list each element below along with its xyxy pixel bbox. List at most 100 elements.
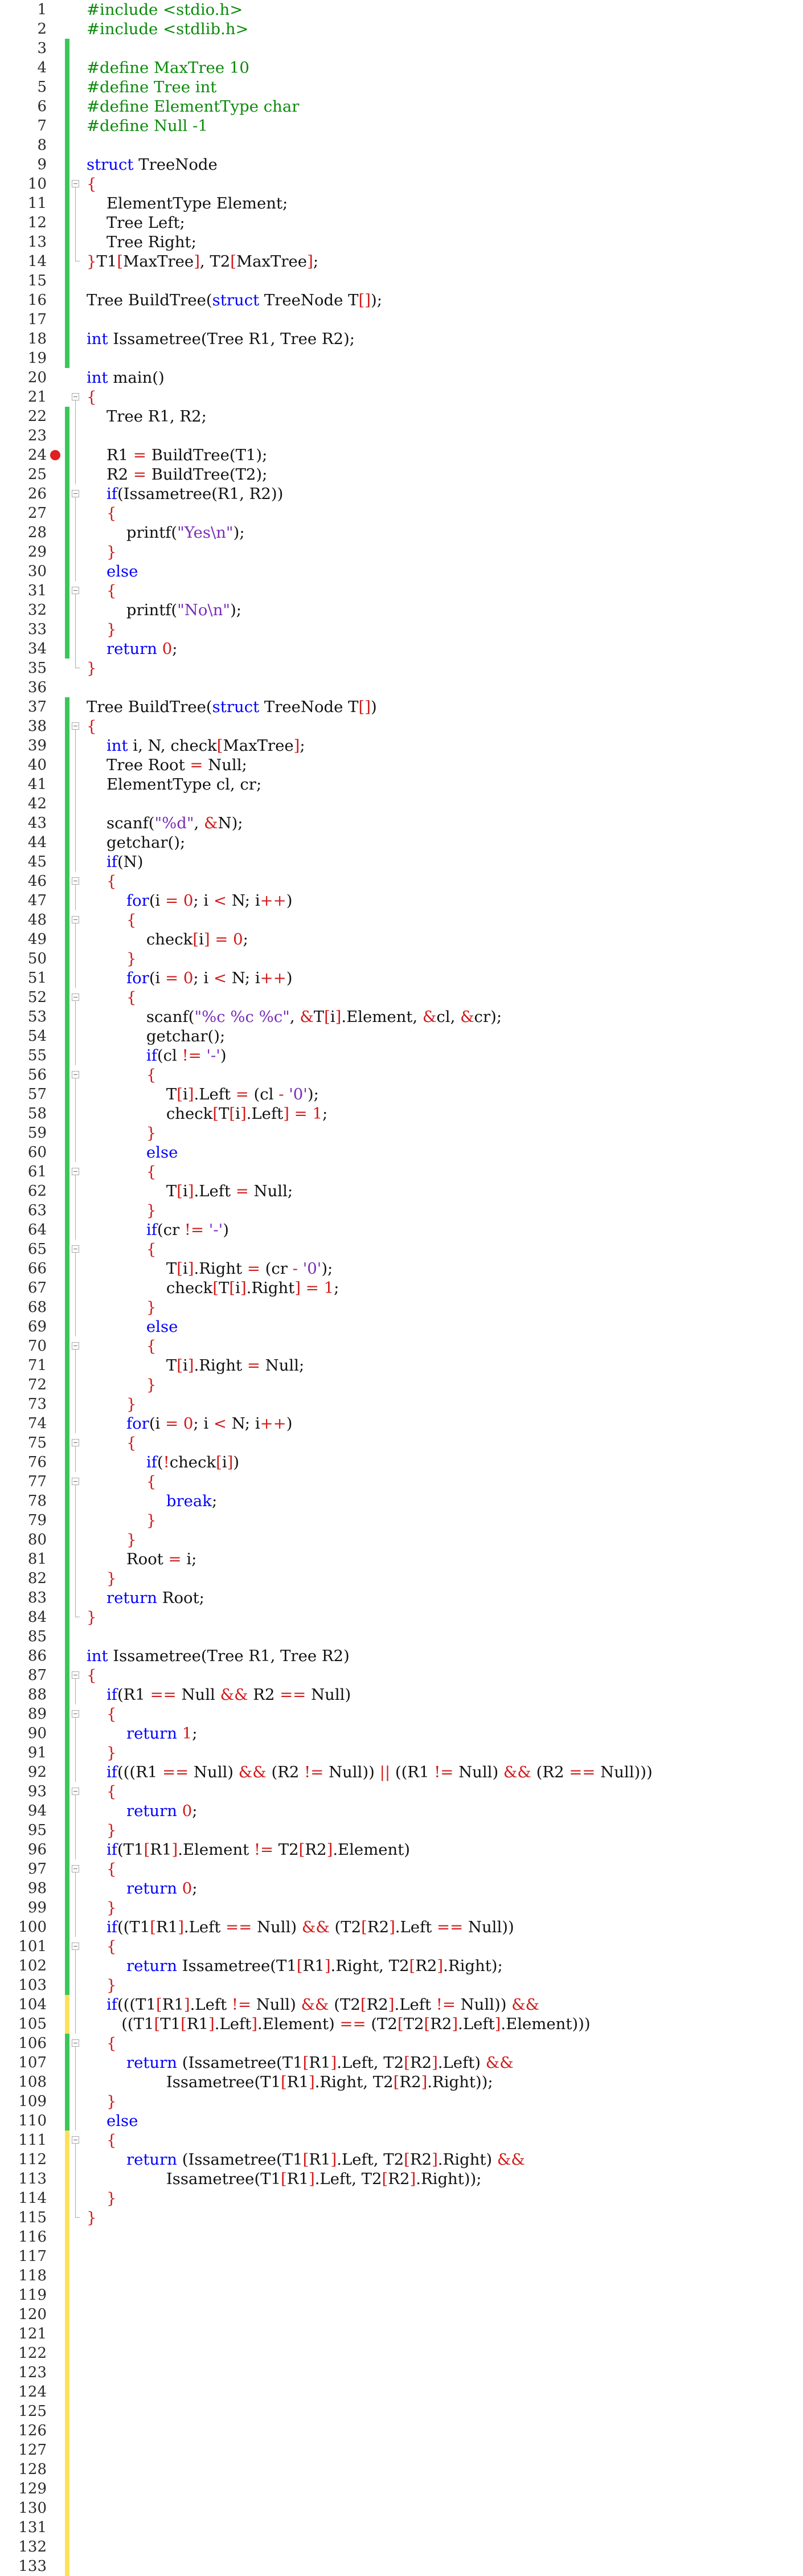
- code-line[interactable]: 71 T[i].Right = Null;: [0, 1356, 803, 1375]
- code-line[interactable]: 16 Tree BuildTree(struct TreeNode T[]);: [0, 291, 803, 310]
- code-line[interactable]: 27 {: [0, 504, 803, 523]
- code-line[interactable]: 126: [0, 2421, 803, 2440]
- code-line[interactable]: 55 if(cl != '-'): [0, 1046, 803, 1065]
- code-line[interactable]: 127: [0, 2440, 803, 2460]
- code-line[interactable]: 81 Root = i;: [0, 1549, 803, 1569]
- code-line[interactable]: 121: [0, 2324, 803, 2344]
- breakpoint-icon[interactable]: [50, 450, 60, 460]
- code-line[interactable]: 28 printf("Yes\n");: [0, 523, 803, 542]
- fold-toggle-icon[interactable]: [72, 1859, 81, 1879]
- code-line[interactable]: 37 Tree BuildTree(struct TreeNode T[]): [0, 697, 803, 717]
- code-line[interactable]: 102 return Issametree(T1[R1].Right, T2[R…: [0, 1956, 803, 1976]
- code-line[interactable]: 115}: [0, 2208, 803, 2227]
- code-line[interactable]: 15: [0, 271, 803, 291]
- code-line[interactable]: 91 }: [0, 1743, 803, 1763]
- code-line[interactable]: 53 scanf("%c %c %c", &T[i].Element, &cl,…: [0, 1007, 803, 1027]
- code-line[interactable]: 79 }: [0, 1511, 803, 1530]
- fold-toggle-icon[interactable]: [72, 1065, 81, 1085]
- code-line[interactable]: 78 break;: [0, 1491, 803, 1511]
- code-line[interactable]: 24 R1 = BuildTree(T1);: [0, 445, 803, 465]
- code-line[interactable]: 69 else: [0, 1317, 803, 1336]
- fold-toggle-icon[interactable]: [72, 1782, 81, 1801]
- code-line[interactable]: 74 for(i = 0; i < N; i++): [0, 1414, 803, 1433]
- code-line[interactable]: 34 return 0;: [0, 639, 803, 659]
- code-line[interactable]: 95 }: [0, 1821, 803, 1840]
- code-line[interactable]: 18 int Issametree(Tree R1, Tree R2);: [0, 329, 803, 349]
- code-line[interactable]: 32 printf("No\n");: [0, 600, 803, 620]
- code-line[interactable]: 23: [0, 426, 803, 445]
- code-line[interactable]: 29 }: [0, 542, 803, 562]
- code-line[interactable]: 41 ElementType cl, cr;: [0, 775, 803, 794]
- code-line[interactable]: 45 if(N): [0, 852, 803, 872]
- code-line[interactable]: 75 {: [0, 1433, 803, 1453]
- code-line[interactable]: 89 {: [0, 1704, 803, 1724]
- code-line[interactable]: 88 if(R1 == Null && R2 == Null): [0, 1685, 803, 1704]
- code-line[interactable]: 131: [0, 2518, 803, 2537]
- code-line[interactable]: 119: [0, 2285, 803, 2305]
- code-line[interactable]: 60 else: [0, 1143, 803, 1162]
- code-line[interactable]: 67 check[T[i].Right] = 1;: [0, 1278, 803, 1298]
- code-line[interactable]: 39 int i, N, check[MaxTree];: [0, 736, 803, 755]
- code-line[interactable]: 132: [0, 2537, 803, 2557]
- code-line[interactable]: 92 if(((R1 == Null) && (R2 != Null)) || …: [0, 1763, 803, 1782]
- code-line[interactable]: 3: [0, 39, 803, 58]
- code-line[interactable]: 86 int Issametree(Tree R1, Tree R2): [0, 1646, 803, 1666]
- code-line[interactable]: 59 }: [0, 1123, 803, 1143]
- code-line[interactable]: 40 Tree Root = Null;: [0, 755, 803, 775]
- fold-toggle-icon[interactable]: [72, 872, 81, 891]
- code-line[interactable]: 17: [0, 310, 803, 329]
- code-line[interactable]: 122: [0, 2344, 803, 2363]
- code-line[interactable]: 98 return 0;: [0, 1879, 803, 1898]
- fold-toggle-icon[interactable]: [72, 174, 81, 194]
- code-line[interactable]: 112 return (Issametree(T1[R1].Left, T2[R…: [0, 2150, 803, 2169]
- code-line[interactable]: 85: [0, 1627, 803, 1646]
- code-line[interactable]: 30 else: [0, 562, 803, 581]
- code-line[interactable]: 107 return (Issametree(T1[R1].Left, T2[R…: [0, 2053, 803, 2072]
- fold-toggle-icon[interactable]: [72, 2034, 81, 2053]
- code-line[interactable]: 101 {: [0, 1937, 803, 1956]
- code-line[interactable]: 35}: [0, 659, 803, 678]
- fold-toggle-icon[interactable]: [72, 1472, 81, 1491]
- code-line[interactable]: 8: [0, 136, 803, 155]
- code-line[interactable]: 104 if(((T1[R1].Left != Null) && (T2[R2]…: [0, 1995, 803, 2014]
- code-line[interactable]: 114 }: [0, 2189, 803, 2208]
- code-line[interactable]: 54 getchar();: [0, 1027, 803, 1046]
- code-line[interactable]: 108 Issametree(T1[R1].Right, T2[R2].Righ…: [0, 2072, 803, 2092]
- code-line[interactable]: 11 ElementType Element;: [0, 194, 803, 213]
- fold-toggle-icon[interactable]: [72, 2131, 81, 2150]
- fold-toggle-icon[interactable]: [72, 1704, 81, 1724]
- code-line[interactable]: 110 else: [0, 2111, 803, 2131]
- code-line[interactable]: 129: [0, 2479, 803, 2499]
- code-line[interactable]: 31 {: [0, 581, 803, 600]
- code-line[interactable]: 133: [0, 2557, 803, 2576]
- code-line[interactable]: 123: [0, 2363, 803, 2382]
- code-line[interactable]: 90 return 1;: [0, 1724, 803, 1743]
- code-line[interactable]: 7 #define Null -1: [0, 116, 803, 136]
- code-line[interactable]: 125: [0, 2402, 803, 2421]
- code-line[interactable]: 44 getchar();: [0, 833, 803, 852]
- code-line[interactable]: 128: [0, 2460, 803, 2479]
- code-line[interactable]: 12 Tree Left;: [0, 213, 803, 232]
- code-line[interactable]: 130: [0, 2499, 803, 2518]
- code-line[interactable]: 84}: [0, 1608, 803, 1627]
- code-line[interactable]: 56 {: [0, 1065, 803, 1085]
- fold-toggle-icon[interactable]: [72, 1937, 81, 1956]
- code-line[interactable]: 62 T[i].Left = Null;: [0, 1181, 803, 1201]
- code-line[interactable]: 61 {: [0, 1162, 803, 1181]
- code-line[interactable]: 42: [0, 794, 803, 813]
- code-line[interactable]: 52 {: [0, 988, 803, 1007]
- code-line[interactable]: 6 #define ElementType char: [0, 97, 803, 116]
- code-line[interactable]: 48 {: [0, 910, 803, 930]
- code-line[interactable]: 124: [0, 2382, 803, 2402]
- code-line[interactable]: 33 }: [0, 620, 803, 639]
- code-line[interactable]: 70 {: [0, 1336, 803, 1356]
- code-line[interactable]: 87 {: [0, 1666, 803, 1685]
- code-line[interactable]: 97 {: [0, 1859, 803, 1879]
- code-line[interactable]: 68 }: [0, 1298, 803, 1317]
- code-line[interactable]: 113 Issametree(T1[R1].Left, T2[R2].Right…: [0, 2169, 803, 2189]
- code-line[interactable]: 38 {: [0, 717, 803, 736]
- code-line[interactable]: 80 }: [0, 1530, 803, 1549]
- code-line[interactable]: 96 if(T1[R1].Element != T2[R2].Element): [0, 1840, 803, 1859]
- code-line[interactable]: 93 {: [0, 1782, 803, 1801]
- code-line[interactable]: 26 if(Issametree(R1, R2)): [0, 484, 803, 504]
